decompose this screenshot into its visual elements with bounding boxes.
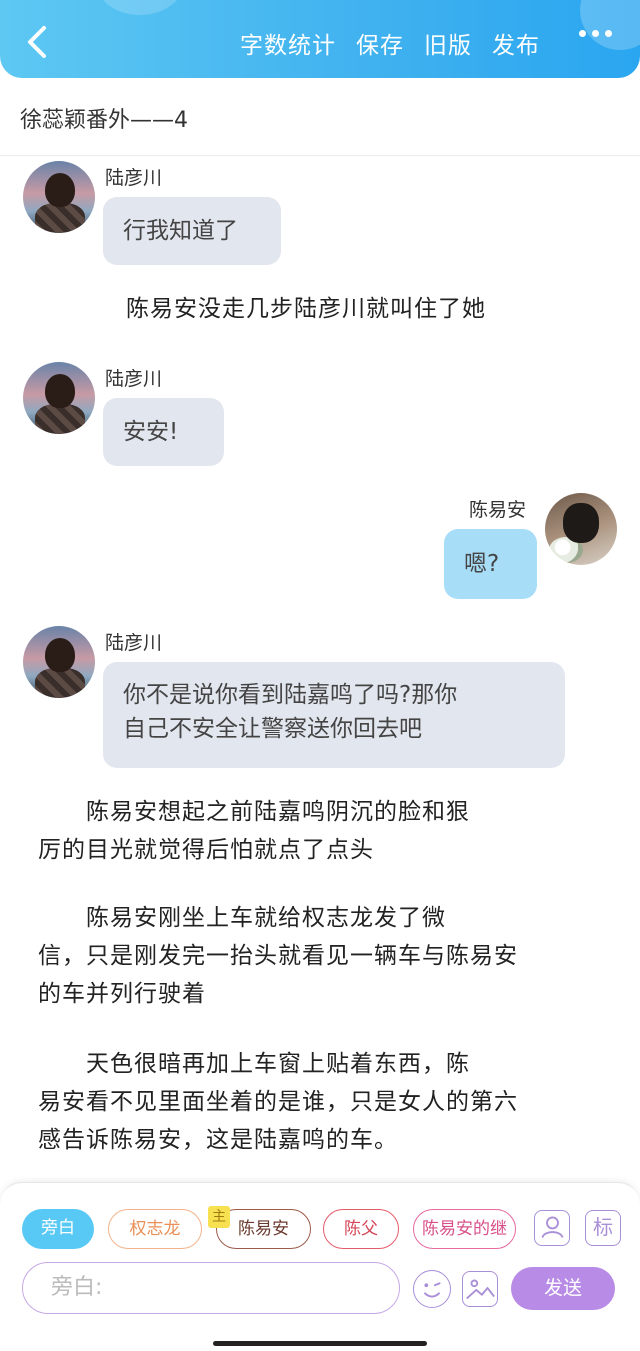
speaker-name: 陆彦川: [105, 368, 163, 390]
old-version-button[interactable]: 旧版: [424, 26, 472, 60]
role-chip-main[interactable]: 陈易安: [216, 1209, 311, 1249]
narration-text[interactable]: 天色很暗再加上车窗上贴着东西，陈 易安看不见里面坐着的是谁，只是女人的第六 感告…: [38, 1045, 598, 1159]
chapter-title: 徐蕊颖番外——4: [20, 108, 188, 133]
role-chip-narrator[interactable]: 旁白: [22, 1209, 94, 1249]
narration-line: 厉的目光就觉得后怕就点了点头: [38, 837, 374, 863]
compose-input[interactable]: 旁白:: [22, 1262, 400, 1314]
narration-text[interactable]: 陈易安想起之前陆嘉鸣阴沉的脸和狠 厉的目光就觉得后怕就点了点头: [38, 793, 598, 869]
role-chip[interactable]: 陈父: [323, 1209, 399, 1249]
narration-line: 的车并列行驶着: [38, 981, 206, 1007]
top-bar: 字数统计 保存 旧版 发布: [0, 0, 640, 78]
speaker-name: 陈易安: [469, 499, 527, 521]
avatar[interactable]: [23, 362, 95, 434]
bubble-text: 你不是说你看到陆嘉鸣了吗?那你: [123, 682, 458, 708]
narration-text[interactable]: 陈易安刚坐上车就给权志龙发了微 信，只是刚发完一抬头就看见一辆车与陈易安 的车并…: [38, 899, 598, 1013]
chat-bubble[interactable]: 行我知道了: [103, 197, 281, 265]
chat-bubble[interactable]: 嗯?: [444, 529, 537, 599]
emoji-icon[interactable]: [413, 1270, 451, 1308]
avatar[interactable]: [23, 161, 95, 233]
top-actions: 字数统计 保存 旧版 发布: [240, 26, 540, 60]
publish-button[interactable]: 发布: [492, 26, 540, 60]
word-count-button[interactable]: 字数统计: [240, 26, 336, 60]
avatar[interactable]: [545, 493, 617, 565]
more-icon[interactable]: [579, 30, 612, 37]
narration-line: 陈易安想起之前陆嘉鸣阴沉的脸和狠: [38, 799, 470, 825]
chat-bubble[interactable]: 你不是说你看到陆嘉鸣了吗?那你 自己不安全让警察送你回去吧: [103, 662, 565, 768]
main-role-badge: 主: [208, 1206, 230, 1228]
decor-bubble: [580, 0, 640, 50]
home-indicator[interactable]: [213, 1341, 427, 1346]
narration-line: 天色很暗再加上车窗上贴着东西，陈: [38, 1051, 470, 1077]
image-icon[interactable]: [462, 1271, 498, 1307]
speaker-name: 陆彦川: [105, 632, 163, 654]
narration-line: 易安看不见里面坐着的是谁，只是女人的第六: [38, 1089, 518, 1115]
back-icon[interactable]: [18, 22, 54, 62]
narration-text[interactable]: 陈易安没走几步陆彦川就叫住了她: [126, 290, 640, 328]
save-button[interactable]: 保存: [356, 26, 404, 60]
narration-line: 陈易安刚坐上车就给权志龙发了微: [38, 905, 446, 931]
bubble-text: 安安!: [123, 419, 179, 445]
narration-line: 感告诉陈易安，这是陆嘉鸣的车。: [38, 1127, 398, 1153]
chat-bubble[interactable]: 安安!: [103, 398, 224, 466]
bubble-text: 自己不安全让警察送你回去吧: [123, 716, 422, 742]
role-chip[interactable]: 权志龙: [108, 1209, 202, 1249]
chapter-title-row[interactable]: 徐蕊颖番外——4: [0, 78, 640, 156]
speaker-name: 陆彦川: [105, 167, 163, 189]
decor-bubble: [95, 0, 185, 15]
avatar[interactable]: [23, 626, 95, 698]
tag-icon[interactable]: 标: [585, 1210, 621, 1246]
narration-line: 信，只是刚发完一抬头就看见一辆车与陈易安: [38, 943, 518, 969]
role-chip[interactable]: 陈易安的继: [413, 1209, 516, 1249]
avatar-icon[interactable]: [534, 1210, 570, 1246]
bubble-text: 行我知道了: [123, 218, 238, 244]
send-button[interactable]: 发送: [511, 1267, 615, 1310]
bubble-text: 嗯?: [464, 551, 500, 577]
